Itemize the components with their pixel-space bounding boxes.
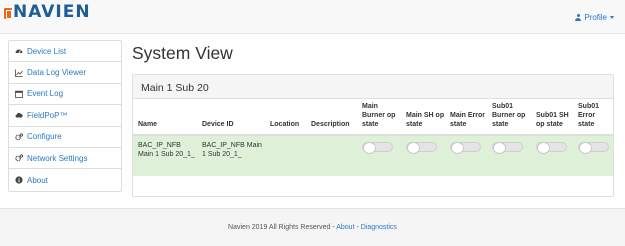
page-footer: Navien 2019 All Rights Reserved - About … bbox=[0, 208, 625, 246]
top-navbar: NAVIEN Profile bbox=[0, 0, 625, 34]
footer-about-link[interactable]: About bbox=[336, 224, 354, 231]
sub-sh-toggle[interactable] bbox=[536, 142, 567, 154]
column-header-main-burner[interactable]: Main Burner op state bbox=[359, 99, 403, 136]
app-frame: NAVIEN Profile Device List Data Log View… bbox=[0, 0, 625, 246]
cell-sub-sh bbox=[533, 135, 575, 176]
user-icon bbox=[575, 14, 582, 21]
main-error-toggle[interactable] bbox=[450, 142, 481, 154]
dashboard-icon bbox=[15, 47, 23, 55]
page-title: System View bbox=[132, 43, 233, 63]
sub-burner-toggle[interactable] bbox=[492, 142, 523, 154]
line-chart-icon bbox=[15, 69, 23, 77]
cloud-icon bbox=[15, 111, 23, 119]
calendar-icon bbox=[15, 90, 23, 98]
sidebar-item-event-log[interactable]: Event Log bbox=[9, 84, 121, 106]
column-header-sub-error[interactable]: Sub01 Error state bbox=[575, 99, 613, 136]
table-header-row: Name Device ID Location Description Main… bbox=[133, 99, 613, 136]
cell-location bbox=[267, 135, 308, 176]
sidebar-item-label: FieldPoP™ bbox=[27, 110, 68, 120]
cell-main-burner bbox=[359, 135, 403, 176]
sidebar-item-network-settings[interactable]: Network Settings bbox=[9, 148, 121, 170]
sidebar-item-label: Data Log Viewer bbox=[27, 68, 86, 78]
sidebar-item-label: Configure bbox=[27, 132, 62, 142]
column-header-main-error[interactable]: Main Error state bbox=[447, 99, 489, 136]
footer-diagnostics-link[interactable]: Diagnostics bbox=[361, 224, 397, 231]
sidebar-item-configure[interactable]: Configure bbox=[9, 127, 121, 148]
navien-logo[interactable]: NAVIEN bbox=[4, 3, 91, 21]
sidebar-item-about[interactable]: About bbox=[9, 169, 121, 190]
sidebar-item-label: Network Settings bbox=[27, 153, 88, 163]
cell-main-error bbox=[447, 135, 489, 176]
system-panel: Main 1 Sub 20 Name Device ID Location De… bbox=[132, 74, 614, 197]
column-header-sub-burner[interactable]: Sub01 Burner op state bbox=[489, 99, 533, 136]
column-header-location[interactable]: Location bbox=[267, 99, 308, 136]
cell-sub-error bbox=[575, 135, 613, 176]
sidebar-item-data-log-viewer[interactable]: Data Log Viewer bbox=[9, 62, 121, 84]
cogs-icon bbox=[15, 133, 24, 141]
caret-down-icon bbox=[610, 16, 614, 19]
footer-copyright: Navien 2019 All Rights Reserved - bbox=[228, 224, 337, 231]
main-sh-toggle[interactable] bbox=[406, 142, 437, 154]
navien-logo-mark-icon bbox=[4, 7, 12, 19]
device-table: Name Device ID Location Description Main… bbox=[133, 99, 613, 176]
navien-logo-text: NAVIEN bbox=[13, 1, 91, 22]
table-row[interactable]: BAC_IP_NFB Main 1 Sub 20_1_ BAC_IP_NFB M… bbox=[133, 135, 613, 176]
sidebar-item-label: About bbox=[27, 175, 48, 185]
sidebar-item-label: Device List bbox=[27, 46, 67, 56]
panel-heading: Main 1 Sub 20 bbox=[133, 75, 613, 99]
cell-main-sh bbox=[403, 135, 447, 176]
sidebar-item-device-list[interactable]: Device List bbox=[9, 41, 121, 63]
column-header-name[interactable]: Name bbox=[133, 99, 199, 136]
column-header-device-id[interactable]: Device ID bbox=[199, 99, 267, 136]
info-circle-icon bbox=[15, 176, 23, 184]
sidebar-item-label: Event Log bbox=[27, 89, 64, 99]
sub-error-toggle[interactable] bbox=[578, 142, 609, 154]
column-header-sub-sh[interactable]: Sub01 SH op state bbox=[533, 99, 575, 136]
cell-device-id: BAC_IP_NFB Main 1 Sub 20_1_ bbox=[199, 135, 267, 176]
profile-dropdown[interactable]: Profile bbox=[575, 13, 614, 22]
sidebar-nav: Device List Data Log Viewer Event Log Fi… bbox=[8, 40, 122, 192]
main-burner-toggle[interactable] bbox=[362, 142, 393, 154]
column-header-main-sh[interactable]: Main SH op state bbox=[403, 99, 447, 136]
cell-name: BAC_IP_NFB Main 1 Sub 20_1_ bbox=[133, 135, 199, 176]
cell-description bbox=[308, 135, 359, 176]
profile-label: Profile bbox=[584, 13, 607, 22]
cell-sub-burner bbox=[489, 135, 533, 176]
sidebar-item-fieldpop[interactable]: FieldPoP™ bbox=[9, 105, 121, 127]
column-header-description[interactable]: Description bbox=[308, 99, 359, 136]
cogs-icon bbox=[15, 154, 24, 162]
